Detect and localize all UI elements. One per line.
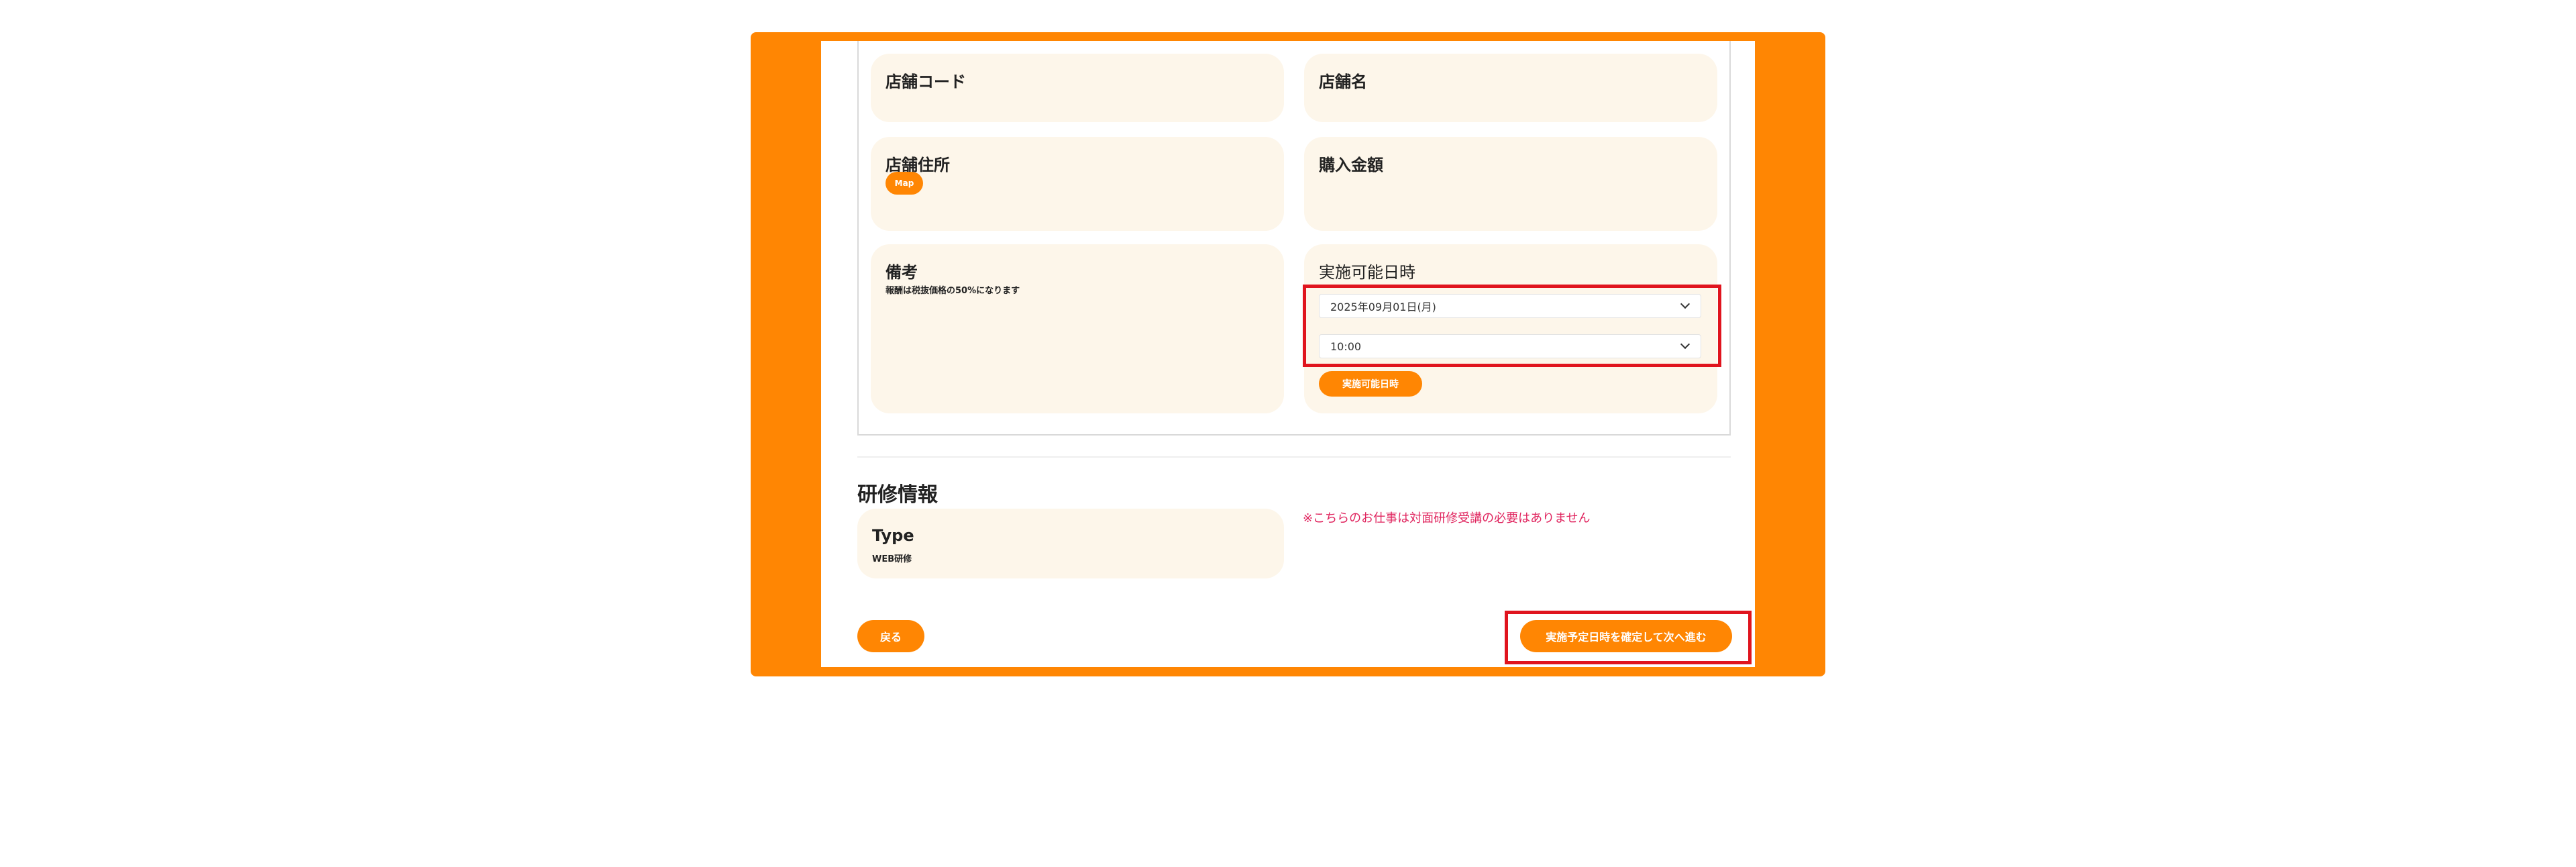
remarks-note: 報酬は税抜価格の50%になります xyxy=(885,286,1020,296)
confirm-highlight-box xyxy=(1505,611,1752,664)
store-name-field: 店舗名 xyxy=(1304,54,1717,122)
remarks-label: 備考 xyxy=(885,263,918,282)
store-code-label: 店舗コード xyxy=(885,72,966,91)
training-notice: ※こちらのお仕事は対面研修受講の必要はありません xyxy=(1303,511,1591,525)
available-datetime-label: 実施可能日時 xyxy=(1319,263,1415,282)
back-button[interactable]: 戻る xyxy=(857,620,924,652)
store-name-label: 店舗名 xyxy=(1319,72,1367,91)
store-address-field: 店舗住所 Map xyxy=(871,137,1284,231)
map-button[interactable]: Map xyxy=(885,172,923,195)
purchase-amount-field: 購入金額 xyxy=(1304,137,1717,231)
store-code-field: 店舗コード xyxy=(871,54,1284,122)
available-datetime-button[interactable]: 実施可能日時 xyxy=(1319,371,1422,397)
training-type-label: Type xyxy=(872,526,914,545)
purchase-amount-label: 購入金額 xyxy=(1319,156,1383,174)
section-divider xyxy=(857,456,1731,458)
training-type-field: Type WEB研修 xyxy=(857,509,1284,578)
training-heading: 研修情報 xyxy=(857,483,938,507)
datetime-highlight-box xyxy=(1303,285,1721,367)
training-type-value: WEB研修 xyxy=(872,554,912,564)
remarks-field: 備考 報酬は税抜価格の50%になります xyxy=(871,244,1284,413)
